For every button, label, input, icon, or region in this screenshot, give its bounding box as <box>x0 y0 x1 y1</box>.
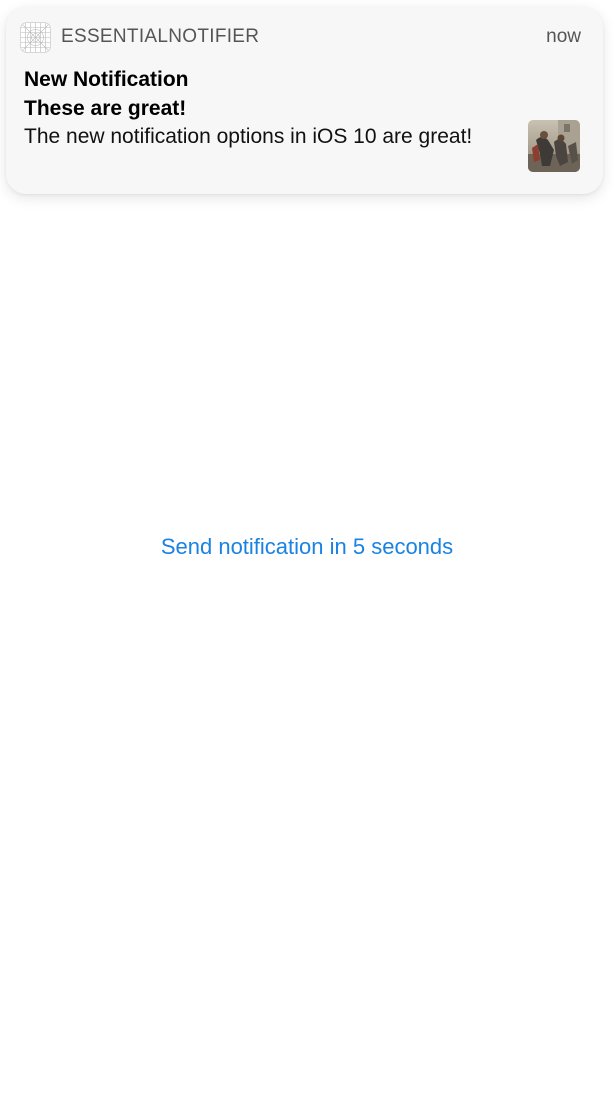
attachment-thumbnail <box>528 120 580 172</box>
app-name: ESSENTIALNOTIFIER <box>61 26 260 47</box>
app-icon <box>20 21 51 53</box>
notification-time: now <box>546 26 581 47</box>
notification-header: ESSENTIALNOTIFIER now <box>20 21 581 53</box>
send-notification-button[interactable]: Send notification in 5 seconds <box>0 530 614 564</box>
notification-subtitle: These are great! <box>24 97 187 120</box>
notification-content: New Notification These are great! The ne… <box>24 65 494 151</box>
photo-thumbnail-icon <box>528 120 580 172</box>
app-screen: ESSENTIALNOTIFIER now New Notification T… <box>0 0 614 1096</box>
notification-banner[interactable]: ESSENTIALNOTIFIER now New Notification T… <box>6 7 603 194</box>
notification-message: The new notification options in iOS 10 a… <box>24 125 473 148</box>
notification-title: New Notification <box>24 68 189 91</box>
placeholder-grid-icon <box>21 22 50 52</box>
